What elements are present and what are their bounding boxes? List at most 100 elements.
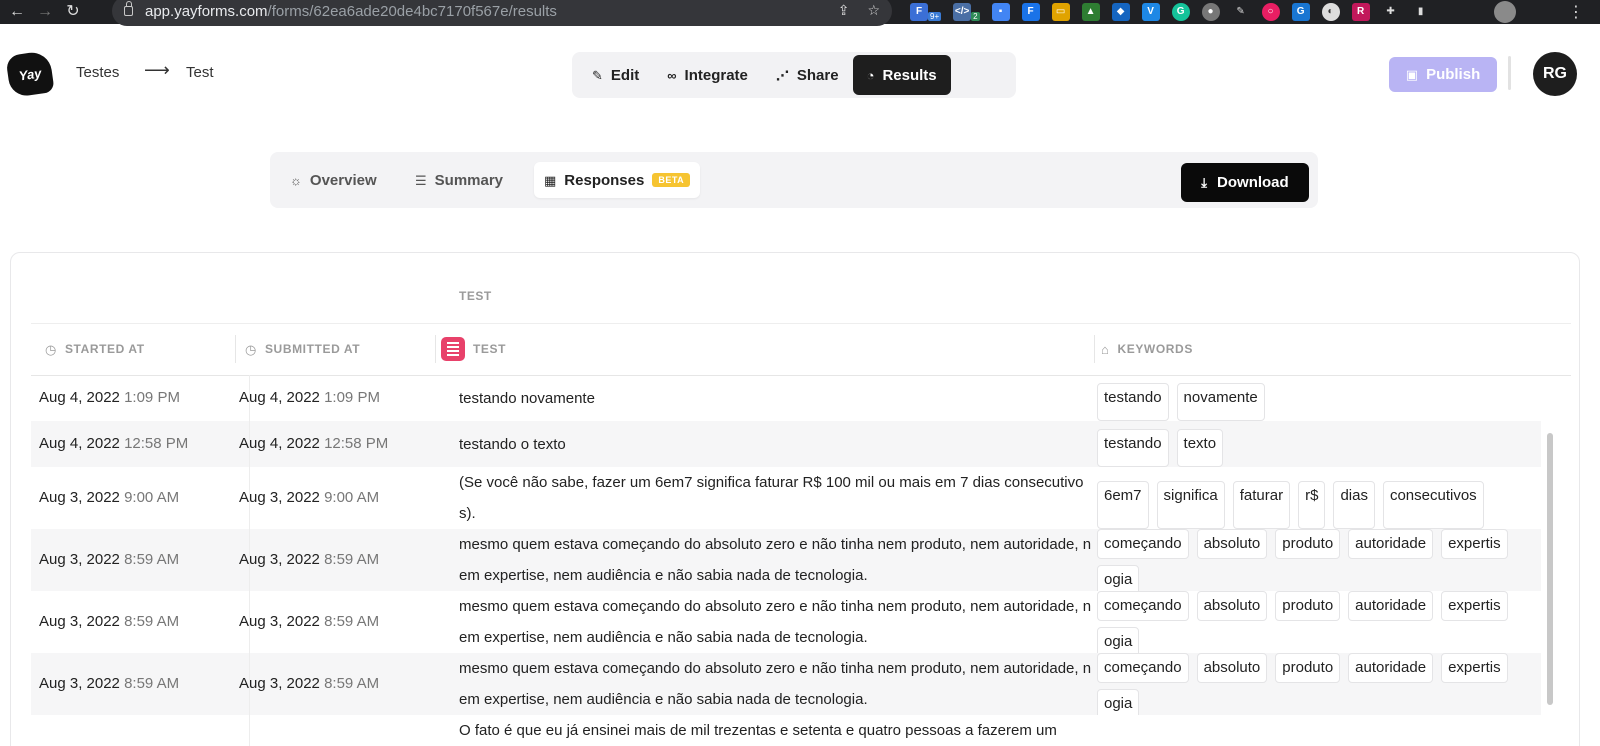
reload-icon[interactable]: ↻ — [62, 1, 84, 23]
extension-icon[interactable]: F — [910, 2, 928, 21]
keyword-chip: expertis — [1441, 529, 1508, 559]
column-header-submitted[interactable]: ◷ SUBMITTED AT — [245, 337, 360, 361]
browser-profile-avatar[interactable] — [1494, 1, 1516, 23]
table-scrollbar[interactable] — [1547, 433, 1553, 705]
cell-started-at-date: Aug 3, 2022 — [39, 613, 120, 630]
lock-icon — [124, 1, 133, 16]
publish-label: Publish — [1426, 66, 1481, 83]
cell-answer-text: mesmo quem estava começando do absoluto … — [459, 598, 1092, 646]
user-avatar[interactable]: RG — [1533, 52, 1577, 96]
cell-submitted-at-date: Aug 4, 2022 — [239, 435, 320, 452]
more-menu-icon[interactable]: ⋮ — [1568, 2, 1584, 22]
share-page-icon[interactable]: ⇪ — [838, 2, 850, 19]
extension-icon[interactable]: ✎ — [1232, 3, 1250, 21]
tab-results[interactable]: ◔ Results — [852, 55, 951, 95]
table-row[interactable]: Aug 3, 2022 9:00 AM Aug 3, 2022 9:00 AM (S… — [31, 467, 1541, 529]
download-button[interactable]: ⤓ Download — [1181, 163, 1309, 202]
table-row[interactable]: Aug 4, 2022 12:58 PM Aug 4, 2022 12:58 PM… — [31, 421, 1541, 467]
column-header-started[interactable]: ◷ STARTED AT — [45, 337, 145, 361]
browser-toolbar: ← → ↻ app.yayforms.com/forms/62ea6ade20d… — [0, 0, 1600, 26]
sidebar-toggle-icon[interactable]: ▮ — [1412, 3, 1430, 21]
extension-icon[interactable]: ● — [1201, 2, 1220, 21]
extension-icon[interactable]: G — [1171, 2, 1190, 21]
cell-answer-text: testando novamente — [459, 390, 595, 407]
extension-icon[interactable]: G — [1291, 2, 1310, 21]
table-row[interactable]: Aug 3, 2022 8:59 AM Aug 3, 2022 8:59 AM me… — [31, 653, 1541, 715]
extension-icon[interactable]: ◆ — [1111, 2, 1130, 21]
extension-icon[interactable]: ◐ — [1321, 2, 1340, 21]
extension-icon[interactable]: ○ — [1261, 2, 1280, 21]
table-row[interactable]: O fato é que eu já ensinei mais de mil t… — [31, 715, 1541, 746]
cell-started-at-date: Aug 4, 2022 — [39, 435, 120, 452]
column-header-test[interactable]: TEST — [441, 337, 506, 361]
tab-summary[interactable]: ☰ Summary — [405, 162, 513, 198]
cell-keywords: começando absoluto produto autoridade expert… — [1097, 591, 1517, 653]
table-row[interactable]: Aug 3, 2022 8:59 AM Aug 3, 2022 8:59 AM me… — [31, 591, 1541, 653]
yay-logo[interactable]: Yay — [5, 50, 55, 98]
breadcrumb-workspace[interactable]: Testes — [76, 64, 119, 81]
tab-edit-label: Edit — [610, 66, 640, 84]
column-divider[interactable] — [235, 335, 236, 363]
breadcrumb-form[interactable]: Test — [186, 64, 214, 81]
publish-button[interactable]: ▣ Publish — [1389, 57, 1497, 92]
cell-started-at-time: 12:58 PM — [124, 435, 189, 452]
cell-keywords: testando texto — [1097, 429, 1517, 467]
cell-keywords — [1097, 723, 1517, 746]
cell-submitted-at: Aug 3, 2022 8:59 AM — [239, 613, 379, 630]
keyword-chip: produto — [1275, 529, 1341, 559]
column-header-submitted-label: SUBMITTED AT — [264, 342, 361, 356]
address-bar[interactable]: app.yayforms.com/forms/62ea6ade20de4bc71… — [112, 0, 892, 26]
cell-started-at-time: 8:59 AM — [124, 613, 180, 630]
extension-icon[interactable]: ▪ — [991, 2, 1010, 21]
forward-icon[interactable]: → — [34, 1, 56, 23]
keyword-chip: expertis — [1441, 591, 1508, 621]
keyword-chip: novamente — [1176, 383, 1265, 421]
extension-icon[interactable]: R — [1351, 2, 1370, 21]
keyword-chip: texto — [1176, 429, 1224, 467]
extension-icon[interactable]: ▲ — [1081, 2, 1100, 21]
column-header-keywords[interactable]: ⌂ KEYWORDS — [1101, 337, 1193, 361]
keyword-chip: autoridade — [1348, 653, 1434, 683]
extension-icon[interactable]: ▭ — [1051, 2, 1070, 21]
puzzle-icon[interactable]: ✚ — [1382, 3, 1400, 21]
edit-icon: ✎ — [592, 67, 603, 83]
cell-started-at-date: Aug 3, 2022 — [39, 489, 120, 506]
column-divider[interactable] — [1094, 335, 1095, 363]
column-header-started-label: STARTED AT — [64, 342, 145, 356]
cell-started-at-date: Aug 4, 2022 — [39, 389, 120, 406]
keyword-chip: ogia — [1097, 627, 1140, 653]
column-divider[interactable] — [435, 335, 436, 363]
keyword-chip: começando — [1097, 529, 1189, 559]
extension-icon[interactable]: </> — [953, 2, 972, 21]
extension-icon[interactable]: V — [1141, 2, 1160, 21]
cell-keywords: começando absoluto produto autoridade expert… — [1097, 653, 1517, 715]
column-header-keywords-label: KEYWORDS — [1117, 342, 1193, 356]
form-nav: ✎ Edit ∞ Integrate ⋰ Share ◔ Results — [572, 52, 1016, 98]
cell-submitted-at-date: Aug 3, 2022 — [239, 675, 320, 692]
publish-icon: ▣ — [1405, 67, 1419, 82]
cell-keywords: começando absoluto produto autoridade expert… — [1097, 529, 1517, 591]
tab-edit[interactable]: ✎ Edit — [578, 55, 653, 95]
cell-submitted-at-date: Aug 3, 2022 — [239, 489, 320, 506]
url-path: /forms/62ea6ade20de4bc7170f567e/results — [267, 2, 557, 20]
tab-integrate[interactable]: ∞ Integrate — [653, 55, 762, 95]
tab-overview-label: Overview — [309, 171, 377, 189]
cell-submitted-at-time: 12:58 PM — [324, 435, 389, 452]
keyword-chip: r$ — [1298, 481, 1326, 529]
tab-overview[interactable]: ☼ Overview — [280, 162, 387, 198]
cell-started-at-time: 1:09 PM — [124, 389, 180, 406]
tab-share[interactable]: ⋰ Share — [762, 55, 853, 95]
keyword-chip: absoluto — [1196, 591, 1268, 621]
tab-responses[interactable]: ▦ Responses BETA — [534, 162, 701, 198]
keyword-chip: absoluto — [1196, 653, 1268, 683]
keyword-chip: dias — [1333, 481, 1375, 529]
table-row[interactable]: Aug 3, 2022 8:59 AM Aug 3, 2022 8:59 AM me… — [31, 529, 1541, 591]
cell-answer-text: testando o texto — [459, 436, 566, 453]
bookmark-star-icon[interactable]: ☆ — [867, 2, 880, 19]
table-row[interactable]: Aug 4, 2022 1:09 PM Aug 4, 2022 1:09 PM te… — [31, 375, 1541, 421]
tab-responses-label: Responses — [564, 171, 645, 189]
extension-icon[interactable]: F — [1021, 2, 1040, 21]
long-text-icon — [441, 337, 465, 361]
back-icon[interactable]: ← — [6, 1, 28, 23]
tag-icon: ⌂ — [1101, 341, 1110, 357]
